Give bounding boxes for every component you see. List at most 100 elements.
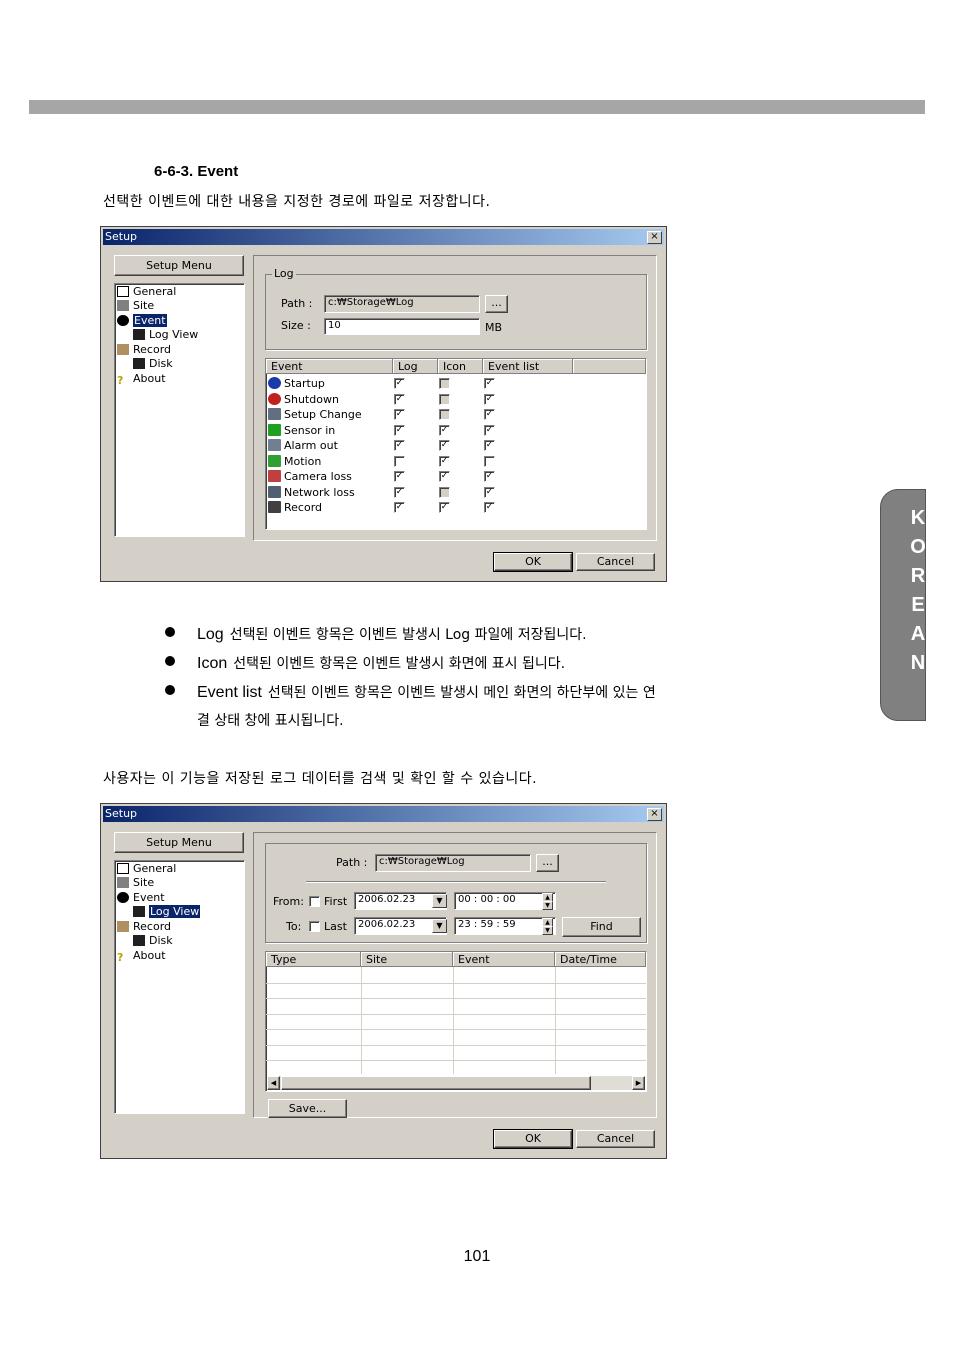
- general-icon: [117, 286, 129, 297]
- tree-item-disk[interactable]: Disk: [133, 934, 173, 948]
- event-list-checkbox[interactable]: ✓: [484, 486, 495, 498]
- cancel-button[interactable]: Cancel: [576, 553, 655, 571]
- event-row[interactable]: Shutdown: [268, 392, 339, 407]
- column-header-type[interactable]: Type: [266, 952, 361, 967]
- column-header-site[interactable]: Site: [361, 952, 453, 967]
- browse-button[interactable]: ...: [485, 295, 508, 313]
- event-row[interactable]: Setup Change: [268, 407, 362, 422]
- setup-menu-button[interactable]: Setup Menu: [114, 832, 244, 853]
- floppy-icon: [133, 329, 145, 340]
- event-list-checkbox[interactable]: ✓: [484, 409, 495, 420]
- event-list-checkbox[interactable]: ✓: [484, 393, 495, 405]
- sensor-in-icon: [268, 423, 281, 436]
- browse-button[interactable]: ...: [536, 854, 559, 872]
- icon-checkbox[interactable]: [439, 486, 450, 498]
- first-label: First: [324, 895, 348, 908]
- side-tab-letter: R: [910, 565, 926, 587]
- floppy-icon: [133, 906, 145, 917]
- column-header-event[interactable]: Event: [453, 952, 555, 967]
- log-checkbox[interactable]: ✓: [394, 409, 405, 420]
- event-list-checkbox[interactable]: [484, 455, 495, 467]
- tree-item-site[interactable]: Site: [117, 876, 154, 890]
- log-checkbox[interactable]: ✓: [394, 424, 405, 436]
- header-bar: [29, 100, 925, 114]
- event-list-checkbox[interactable]: ✓: [484, 440, 495, 451]
- icon-checkbox[interactable]: ✓: [439, 440, 450, 451]
- close-icon[interactable]: ×: [647, 808, 662, 821]
- scroll-right-icon[interactable]: ▶: [632, 1076, 645, 1090]
- from-time-field[interactable]: 00 : 00 : 00: [454, 892, 556, 910]
- event-row[interactable]: Motion: [268, 454, 321, 469]
- tree-item-general[interactable]: General: [117, 862, 176, 876]
- tree-item-general[interactable]: General: [117, 285, 176, 299]
- horizontal-scrollbar[interactable]: ◀ ▶: [267, 1076, 645, 1090]
- setup-menu-button[interactable]: Setup Menu: [114, 255, 244, 276]
- tree-item-event[interactable]: Event: [117, 314, 167, 328]
- tree-item-log-view[interactable]: Log View: [133, 905, 201, 919]
- event-row[interactable]: Startup: [268, 376, 325, 391]
- column-header-event[interactable]: Event: [266, 359, 393, 374]
- tree-item-about[interactable]: ? About: [117, 949, 166, 964]
- tree-item-site[interactable]: Site: [117, 299, 154, 313]
- scroll-left-icon[interactable]: ◀: [267, 1076, 280, 1090]
- icon-checkbox[interactable]: [439, 409, 450, 420]
- from-date-dropdown[interactable]: ▼: [432, 894, 447, 908]
- column-header-icon[interactable]: Icon: [438, 359, 483, 374]
- icon-checkbox[interactable]: ✓: [439, 424, 450, 436]
- cancel-button[interactable]: Cancel: [576, 1130, 655, 1148]
- floppy-icon: [133, 935, 145, 946]
- dialog-titlebar: Setup ×: [103, 229, 664, 245]
- close-icon[interactable]: ×: [647, 231, 662, 244]
- save-button[interactable]: Save...: [268, 1099, 347, 1118]
- to-date-dropdown[interactable]: ▼: [432, 919, 447, 933]
- column-header-event-list[interactable]: Event list: [483, 359, 573, 374]
- to-time-spin-down[interactable]: ▼: [542, 926, 553, 935]
- ok-button[interactable]: OK: [493, 1129, 573, 1149]
- tree-item-disk[interactable]: Disk: [133, 357, 173, 371]
- find-button[interactable]: Find: [562, 917, 641, 937]
- ok-button[interactable]: OK: [493, 552, 573, 572]
- grid-line: [266, 1014, 646, 1015]
- log-checkbox[interactable]: ✓: [394, 378, 405, 389]
- event-list-checkbox[interactable]: ✓: [484, 378, 495, 389]
- log-checkbox[interactable]: ✓: [394, 471, 405, 482]
- intro-text: 선택한 이벤트에 대한 내용을 지정한 경로에 파일로 저장합니다.: [103, 194, 491, 210]
- log-checkbox[interactable]: ✓: [394, 440, 405, 451]
- icon-checkbox[interactable]: [439, 393, 450, 405]
- event-row[interactable]: Sensor in: [268, 423, 335, 438]
- last-checkbox[interactable]: [309, 921, 320, 932]
- log-checkbox[interactable]: ✓: [394, 502, 405, 513]
- event-list-checkbox[interactable]: ✓: [484, 424, 495, 436]
- log-checkbox[interactable]: ✓: [394, 486, 405, 498]
- path-field[interactable]: c:₩Storage₩Log: [375, 854, 531, 872]
- column-header-date-time[interactable]: Date/Time: [555, 952, 646, 967]
- tree-item-log-view[interactable]: Log View: [133, 328, 198, 342]
- icon-checkbox[interactable]: [439, 378, 450, 389]
- log-checkbox[interactable]: [394, 455, 405, 467]
- size-field[interactable]: 10: [324, 318, 480, 335]
- from-time-spin-down[interactable]: ▼: [542, 901, 553, 910]
- tree-item-about[interactable]: ? About: [117, 372, 166, 387]
- record-icon: [117, 921, 129, 932]
- column-header-log[interactable]: Log: [393, 359, 438, 374]
- tree-item-event[interactable]: Event: [117, 891, 165, 905]
- path-field[interactable]: c:₩Storage₩Log: [324, 295, 480, 313]
- tree-item-record[interactable]: Record: [117, 343, 171, 357]
- icon-checkbox[interactable]: ✓: [439, 502, 450, 513]
- log-checkbox[interactable]: ✓: [394, 393, 405, 405]
- event-name: Motion: [284, 454, 322, 468]
- scroll-thumb[interactable]: [281, 1076, 591, 1090]
- setup-dialog-logview: Setup × Setup Menu General Site Event Lo…: [100, 803, 667, 1159]
- event-row[interactable]: Record: [268, 500, 322, 515]
- event-row[interactable]: Camera loss: [268, 469, 352, 484]
- event-list-checkbox[interactable]: ✓: [484, 502, 495, 513]
- icon-checkbox[interactable]: ✓: [439, 455, 450, 467]
- bullet-icon: Icon 선택된 이벤트 항목은 이벤트 발생시 화면에 표시 됩니다.: [165, 653, 565, 673]
- first-checkbox[interactable]: [309, 896, 320, 907]
- to-time-field[interactable]: 23 : 59 : 59: [454, 917, 556, 935]
- icon-checkbox[interactable]: ✓: [439, 471, 450, 482]
- tree-item-record[interactable]: Record: [117, 920, 171, 934]
- event-row[interactable]: Network loss: [268, 485, 355, 500]
- event-row[interactable]: Alarm out: [268, 438, 338, 453]
- event-list-checkbox[interactable]: ✓: [484, 471, 495, 482]
